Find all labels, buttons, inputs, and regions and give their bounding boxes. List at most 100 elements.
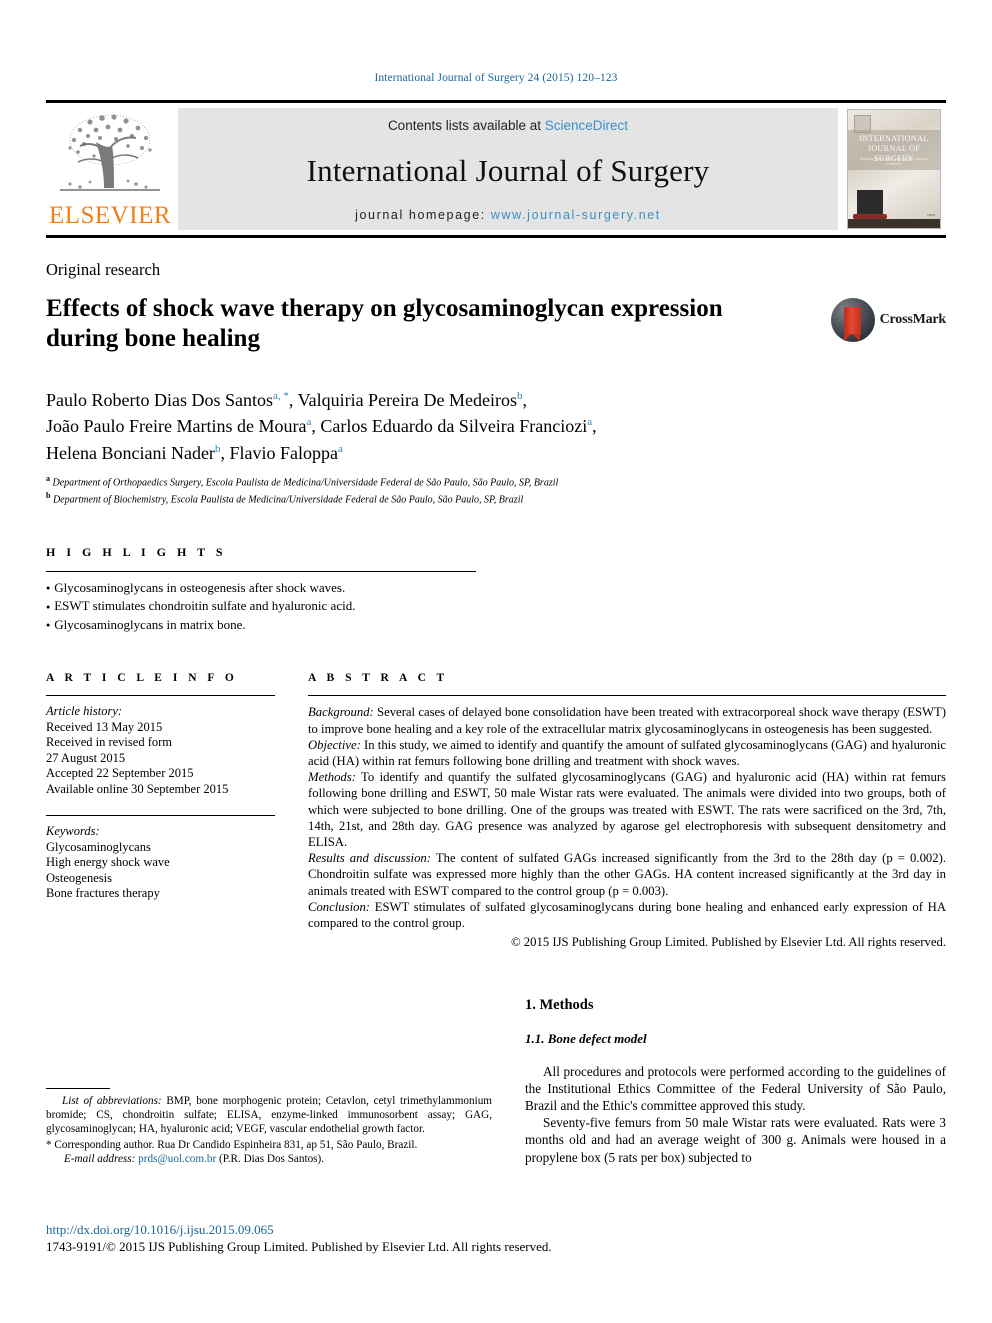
history-item: Received in revised form bbox=[46, 735, 172, 750]
list-item: Glycosaminoglycans in osteogenesis after… bbox=[46, 579, 946, 598]
sciencedirect-link[interactable]: ScienceDirect bbox=[545, 118, 628, 133]
abstract-section: Methods: To identify and quantify the su… bbox=[308, 769, 946, 850]
affiliation-text: Department of Biochemistry, Escola Pauli… bbox=[52, 494, 524, 506]
contents-line: Contents lists available at ScienceDirec… bbox=[388, 118, 628, 133]
doi-link[interactable]: http://dx.doi.org/10.1016/j.ijsu.2015.09… bbox=[46, 1221, 746, 1238]
page-footer: http://dx.doi.org/10.1016/j.ijsu.2015.09… bbox=[46, 1221, 746, 1255]
cover-crest-icon bbox=[857, 190, 883, 214]
subsection-heading-bone-defect-model: 1.1. Bone defect model bbox=[525, 1030, 647, 1046]
elsevier-tree-icon bbox=[60, 114, 160, 191]
author-affiliation-mark[interactable]: a, * bbox=[273, 390, 289, 402]
journal-homepage-line: journal homepage: www.journal-surgery.ne… bbox=[355, 208, 661, 222]
cover-footer bbox=[848, 219, 940, 228]
affiliation-mark: b bbox=[46, 491, 51, 501]
journal-cover: INTERNATIONAL JOURNAL OF SURGERY Includi… bbox=[842, 108, 946, 230]
abstract-section: Background: Several cases of delayed bon… bbox=[308, 704, 946, 736]
article-info-heading: A R T I C L E I N F O bbox=[46, 672, 238, 685]
cover-title-line1: INTERNATIONAL bbox=[859, 134, 929, 143]
body-columns: List of abbreviations: BMP, bone morphog… bbox=[46, 997, 946, 1166]
corresponding-text: Corresponding author. Rua Dr Candido Esp… bbox=[51, 1138, 418, 1151]
history-item: Accepted 22 September 2015 bbox=[46, 766, 194, 781]
crossmark-label: CrossMark bbox=[879, 312, 947, 327]
abstract-section-text: ESWT stimulates of sulfated glycosaminog… bbox=[308, 899, 946, 931]
keyword-item: Bone fractures therapy bbox=[46, 886, 160, 901]
highlights-divider bbox=[46, 570, 476, 572]
author-affiliation-mark[interactable]: a bbox=[338, 443, 343, 455]
email-label: E-mail address: bbox=[64, 1152, 136, 1165]
journal-title: International Journal of Surgery bbox=[306, 152, 710, 188]
keyword-item: Glycosaminoglycans bbox=[46, 839, 151, 854]
keywords-divider bbox=[46, 815, 275, 817]
journal-cover-thumbnail: INTERNATIONAL JOURNAL OF SURGERY Includi… bbox=[847, 109, 941, 229]
body-left-column: List of abbreviations: BMP, bone morphog… bbox=[46, 997, 492, 1166]
abstract-section: Conclusion: ESWT stimulates of sulfated … bbox=[308, 899, 946, 931]
author-name: Helena Bonciani Nader bbox=[46, 442, 215, 463]
elsevier-logo: ELSEVIER bbox=[46, 108, 174, 230]
keyword-item: Osteogenesis bbox=[46, 870, 112, 885]
keywords-block: Keywords: Glycosaminoglycans High energy… bbox=[46, 824, 275, 902]
body-paragraph: All procedures and protocols were perfor… bbox=[525, 1063, 946, 1113]
journal-band: Contents lists available at ScienceDirec… bbox=[178, 108, 838, 230]
abstract-body: Background: Several cases of delayed bon… bbox=[308, 704, 946, 950]
history-item: Available online 30 September 2015 bbox=[46, 781, 229, 796]
abstract-section-text: Several cases of delayed bone consolidat… bbox=[308, 705, 946, 736]
article-info-divider bbox=[46, 695, 275, 697]
title-row: Effects of shock wave therapy on glycosa… bbox=[46, 280, 946, 371]
keywords-label: Keywords: bbox=[46, 824, 100, 839]
abstract-section-text: In this study, we aimed to identify and … bbox=[308, 737, 946, 769]
abstract-section-label: Methods: bbox=[308, 770, 356, 785]
affiliation-item: a Department of Orthopaedics Surgery, Es… bbox=[46, 473, 946, 490]
section-heading-methods: 1. Methods bbox=[525, 996, 594, 1013]
crossmark-ribbon-icon bbox=[844, 306, 862, 341]
footnote-divider bbox=[46, 1087, 110, 1089]
author-affiliation-mark[interactable]: b bbox=[215, 443, 221, 455]
article-history: Article history: Received 13 May 2015 Re… bbox=[46, 704, 275, 797]
list-item: Glycosaminoglycans in matrix bone. bbox=[46, 616, 946, 635]
author-name: Paulo Roberto Dias Dos Santos bbox=[46, 389, 273, 410]
info-abstract-row: A R T I C L E I N F O Article history: R… bbox=[46, 672, 946, 950]
author-name: Flavio Faloppa bbox=[229, 442, 338, 463]
author-name: Valquiria Pereira De Medeiros bbox=[297, 389, 517, 410]
abstract-section-label: Results and discussion: bbox=[308, 851, 431, 866]
list-item: ESWT stimulates chondroitin sulfate and … bbox=[46, 597, 946, 616]
abbreviations-label: List of abbreviations: bbox=[62, 1094, 162, 1107]
crossmark-icon bbox=[830, 298, 875, 342]
email-link[interactable]: prds@uol.com.br bbox=[138, 1153, 216, 1165]
keyword-item: High energy shock wave bbox=[46, 855, 170, 870]
abstract-section-label: Background: bbox=[308, 705, 374, 720]
contents-prefix: Contents lists available at bbox=[387, 118, 545, 133]
homepage-label: journal homepage: bbox=[355, 208, 486, 222]
author-affiliation-mark[interactable]: a bbox=[306, 416, 311, 428]
author-affiliation-mark[interactable]: a bbox=[587, 416, 592, 428]
author-name: Carlos Eduardo da Silveira Franciozi bbox=[320, 416, 588, 437]
history-item: 27 August 2015 bbox=[46, 750, 126, 765]
email-suffix: (P.R. Dias Dos Santos). bbox=[216, 1152, 325, 1165]
abstract-section: Results and discussion: The content of s… bbox=[308, 850, 946, 899]
body-paragraph: Seventy-five femurs from 50 male Wistar … bbox=[525, 1115, 946, 1165]
abstract-column: A B S T R A C T Background: Several case… bbox=[308, 672, 946, 950]
cover-issn-mark: ISSN bbox=[927, 213, 935, 217]
footnotes-block: List of abbreviations: BMP, bone morphog… bbox=[46, 1087, 492, 1166]
affiliation-list: a Department of Orthopaedics Surgery, Es… bbox=[46, 473, 946, 507]
article-type: Original research bbox=[46, 260, 161, 279]
homepage-url[interactable]: www.journal-surgery.net bbox=[491, 208, 661, 222]
running-head: International Journal of Surgery 24 (201… bbox=[374, 72, 618, 84]
author-affiliation-mark[interactable]: b bbox=[517, 390, 523, 402]
body-right-column: 1. Methods 1.1. Bone defect model All pr… bbox=[525, 997, 946, 1166]
crossmark-badge[interactable]: CrossMark bbox=[830, 298, 947, 342]
cover-subtitle: Including global surgery and surgical ed… bbox=[859, 157, 929, 166]
abstract-divider bbox=[308, 695, 946, 697]
abstract-section-label: Objective: bbox=[308, 737, 361, 752]
issn-copyright-line: 1743-9191/© 2015 IJS Publishing Group Li… bbox=[46, 1239, 552, 1254]
abstract-section: Objective: In this study, we aimed to id… bbox=[308, 737, 946, 769]
highlights-list: Glycosaminoglycans in osteogenesis after… bbox=[46, 579, 946, 635]
abstract-section-label: Conclusion: bbox=[308, 899, 371, 914]
elsevier-wordmark: ELSEVIER bbox=[48, 202, 172, 229]
affiliation-text: Department of Orthopaedics Surgery, Esco… bbox=[52, 477, 559, 489]
abstract-heading: A B S T R A C T bbox=[308, 672, 449, 685]
footnote-email: E-mail address: prds@uol.com.br (P.R. Di… bbox=[46, 1152, 492, 1166]
article-history-label: Article history: bbox=[46, 704, 123, 719]
journal-masthead: ELSEVIER Contents lists available at Sci… bbox=[46, 100, 946, 238]
page-title: Effects of shock wave therapy on glycosa… bbox=[46, 295, 723, 352]
affiliation-item: b Department of Biochemistry, Escola Pau… bbox=[46, 490, 946, 507]
